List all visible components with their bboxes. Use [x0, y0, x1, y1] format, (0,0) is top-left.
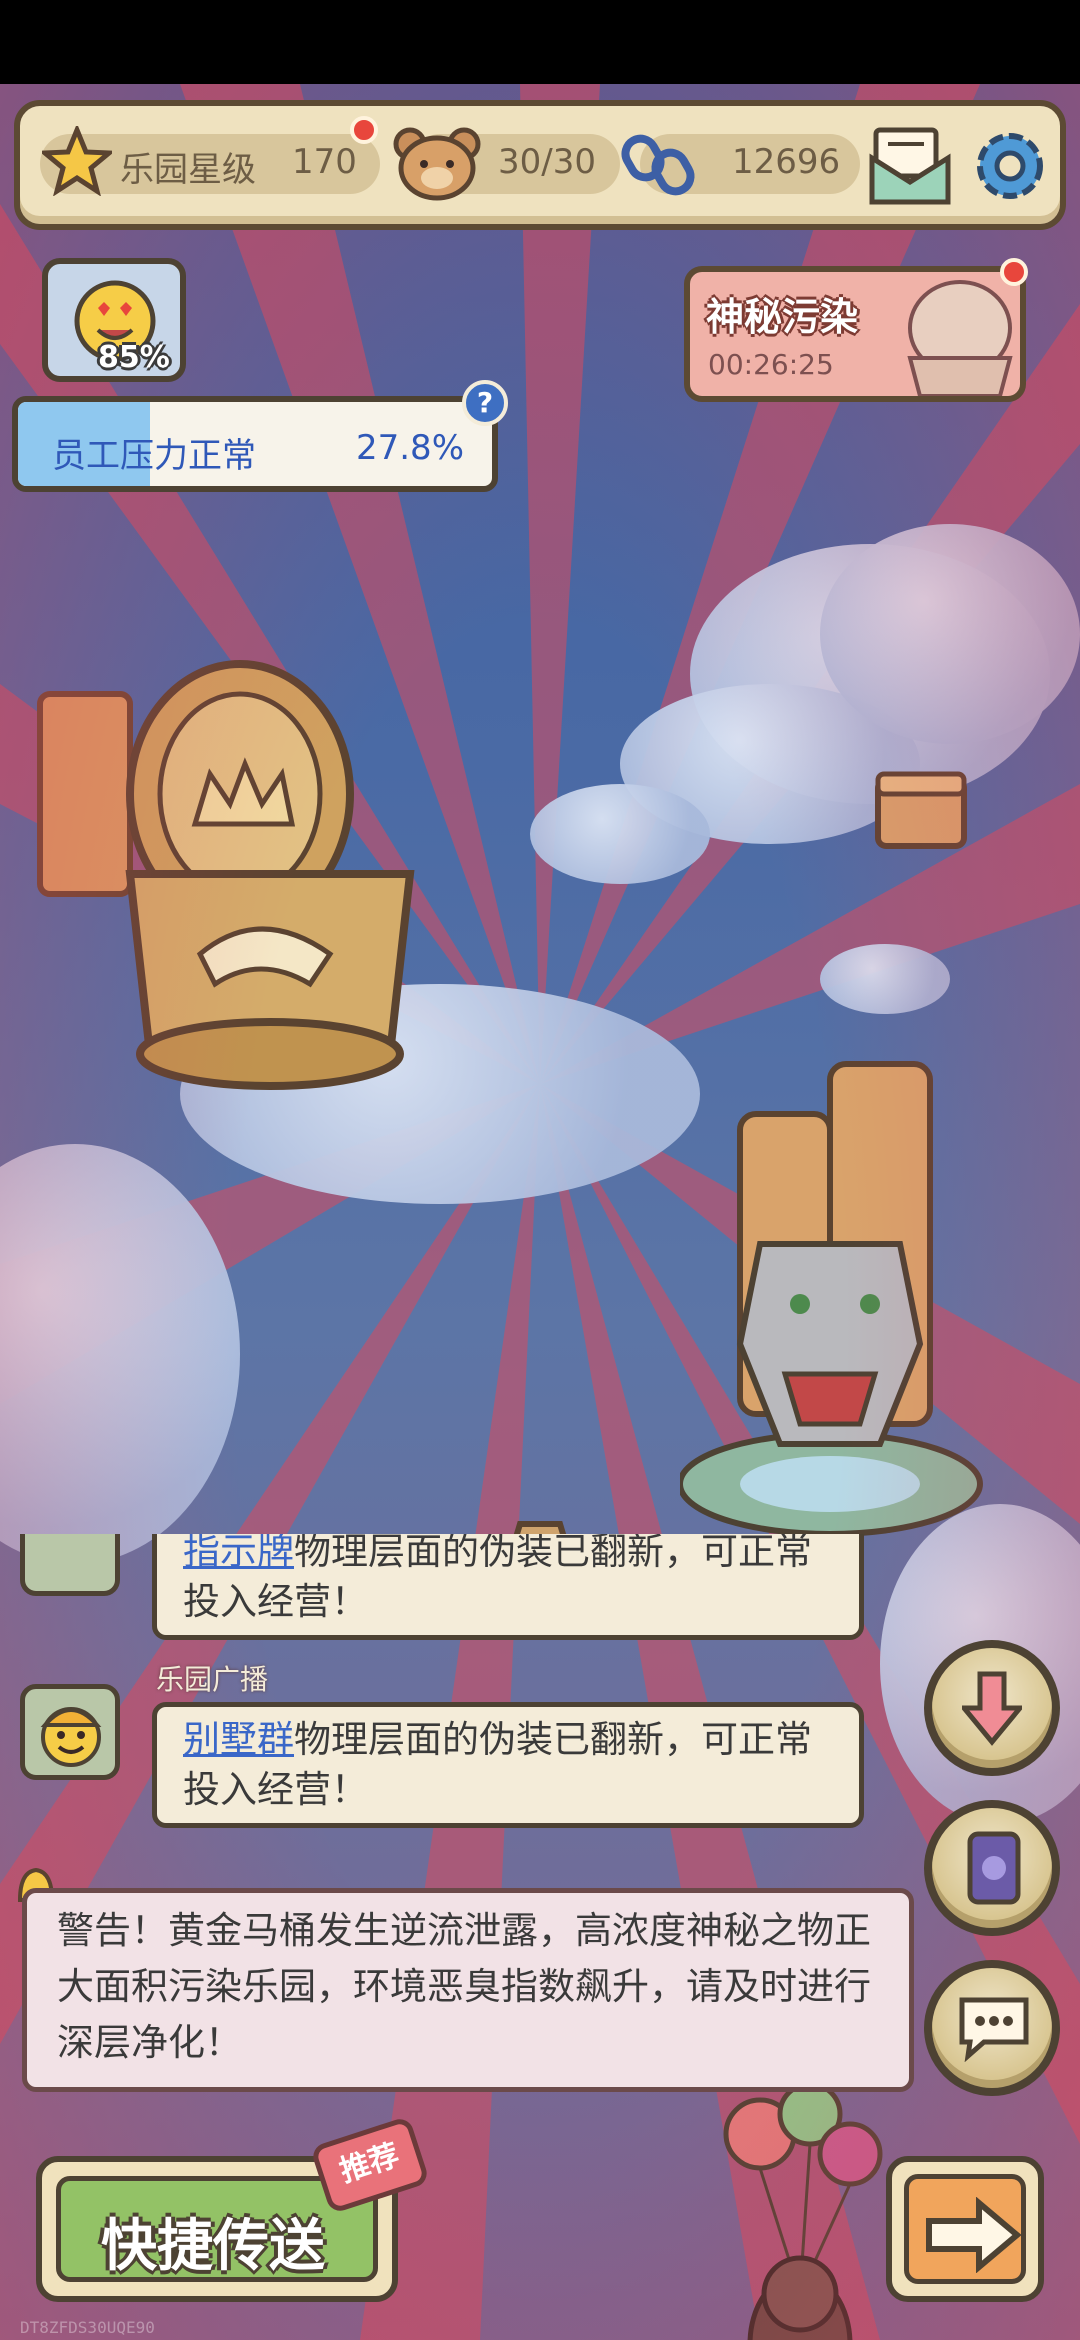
broadcaster-avatar [20, 1684, 120, 1780]
golden-toilet-thumbnail-icon [907, 280, 1013, 396]
next-arrow-button[interactable] [886, 2156, 1044, 2302]
bear-with-balloons [723, 2081, 883, 2340]
event-title: 神秘污染 [706, 295, 859, 339]
staff-count: 30/30 [498, 142, 596, 182]
sender-name: 乐园广播 [156, 1663, 269, 1696]
arrow-down-icon [962, 1671, 1022, 1746]
build-watermark: DT8ZFDS30UQE90 [20, 2318, 155, 2337]
stress-value: 27.8% [355, 428, 464, 468]
notification-dot [350, 116, 378, 144]
status-bar [0, 0, 1080, 84]
event-notification-dot [1000, 258, 1028, 286]
message-bubble: 别墅群物理层面的伪装已翻新，可正常投入经营！ [152, 1702, 864, 1828]
golden-toilet-building[interactable] [30, 654, 430, 1114]
chat-bubble-icon [959, 1997, 1029, 2062]
bear-icon [393, 127, 481, 201]
chat-button[interactable] [924, 1960, 1060, 2096]
floating-crate [875, 771, 967, 849]
mystery-pollution-event[interactable]: 神秘污染 00:26:25 [684, 266, 1026, 402]
message-link[interactable]: 别墅群 [183, 1718, 294, 1761]
staff-stress-bar[interactable]: 员工压力正常 27.8% [12, 396, 498, 492]
mail-icon[interactable] [866, 122, 954, 208]
stress-label: 员工压力正常 [52, 436, 256, 476]
broadcast-feed[interactable]: 指示牌物理层面的伪装已翻新，可正常投入经营！ 乐园广播 别墅群物理层面的伪装已翻… [0, 1534, 1080, 1854]
magic-door-icon [967, 1831, 1021, 1905]
message-bubble: 指示牌物理层面的伪装已翻新，可正常投入经营！ [152, 1534, 864, 1640]
help-icon[interactable]: ? [462, 380, 508, 426]
cloud [530, 784, 710, 884]
quick-teleport-label: 快捷传送 [101, 2214, 325, 2279]
stone-lion-statue[interactable] [680, 1044, 1040, 1584]
resource-bar: 乐园星级 170 30/30 12696 [14, 100, 1066, 230]
mood-percent: 85% [98, 340, 170, 375]
smiley-hardhat-icon [40, 1707, 102, 1767]
currency-value: 12696 [732, 142, 841, 182]
cloud [820, 524, 1080, 744]
pollution-warning: 警告！黄金马桶发生逆流泄露，高浓度神秘之物正大面积污染乐园，环境恶臭指数飙升，请… [22, 1888, 914, 2092]
scroll-down-button[interactable] [924, 1640, 1060, 1776]
infinity-link-icon [621, 134, 695, 196]
message-link[interactable]: 指示牌 [183, 1534, 294, 1573]
star-icon [42, 126, 112, 196]
arrow-right-icon [926, 2197, 1022, 2273]
star-level-value: 170 [292, 142, 357, 182]
star-level-label: 乐园星级 [120, 150, 256, 190]
portal-door-button[interactable] [924, 1800, 1060, 1936]
broadcaster-avatar [20, 1534, 120, 1596]
settings-gear-icon[interactable] [968, 124, 1052, 208]
cloud [820, 944, 950, 1014]
next-arrow-face [904, 2174, 1026, 2284]
event-timer: 00:26:25 [708, 348, 834, 381]
